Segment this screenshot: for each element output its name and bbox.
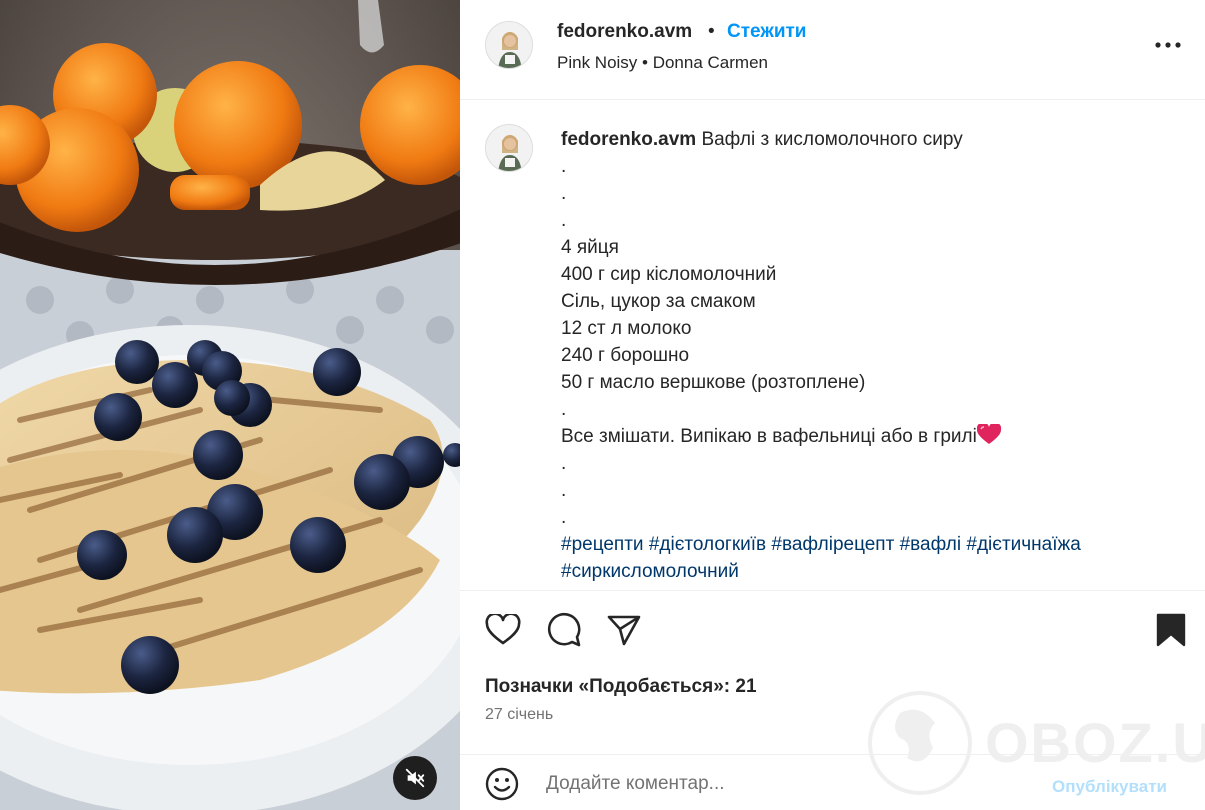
- caption-author-avatar[interactable]: [485, 124, 533, 172]
- heart-outline-icon: [485, 614, 521, 645]
- comment-input[interactable]: [544, 769, 1028, 799]
- comment-button[interactable]: [544, 610, 584, 650]
- author-avatar[interactable]: [485, 21, 533, 69]
- caption-line: .: [561, 453, 567, 474]
- hashtags-line[interactable]: #рецепти #дієтологкиїв #вафлірецепт #ваф…: [561, 531, 1181, 558]
- author-username[interactable]: fedorenko.avm: [557, 21, 692, 43]
- caption-line: Сіль, цукор за смаком: [561, 291, 756, 312]
- mute-button[interactable]: [393, 756, 437, 800]
- caption-line: 400 г сир кісломолочний: [561, 264, 777, 285]
- save-button[interactable]: [1151, 610, 1191, 650]
- audio-track[interactable]: Pink Noisy • Donna Carmen: [557, 53, 768, 73]
- caption-title: Вафлі з кисломолочного сиру: [701, 129, 963, 150]
- more-dots-icon: [1155, 42, 1181, 48]
- caption-line: .: [561, 210, 567, 231]
- caption-username[interactable]: fedorenko.avm: [561, 129, 696, 150]
- caption-line: 4 яйця: [561, 237, 619, 258]
- caption-line: .: [561, 507, 567, 528]
- smiley-face-icon: [485, 767, 519, 801]
- hashtags-line[interactable]: #сиркисломолочний: [561, 558, 1181, 585]
- speech-bubble-icon: [547, 612, 581, 647]
- section-divider: [460, 590, 1205, 591]
- muted-speaker-icon: [405, 768, 425, 788]
- avatar-image: [486, 22, 532, 68]
- share-button[interactable]: [604, 610, 644, 650]
- more-options-button[interactable]: [1153, 30, 1183, 60]
- follow-button[interactable]: Стежити: [727, 21, 806, 43]
- avatar-image: [486, 125, 532, 171]
- paper-plane-icon: [607, 615, 641, 646]
- caption-line: .: [561, 399, 567, 420]
- emoji-button[interactable]: [484, 766, 520, 802]
- post-date[interactable]: 27 січень: [485, 706, 553, 724]
- caption-line: 240 г борошно: [561, 345, 690, 366]
- comment-composer: Опублікувати: [460, 755, 1205, 810]
- post-caption: fedorenko.avm Вафлі з кисломолочного сир…: [561, 126, 1181, 585]
- post-header: fedorenko.avm • Стежити Pink Noisy • Don…: [460, 0, 1205, 100]
- action-bar: [460, 600, 1205, 660]
- caption-line: .: [561, 183, 567, 204]
- separator-dot: •: [708, 21, 715, 42]
- bookmark-filled-icon: [1156, 613, 1186, 647]
- like-button[interactable]: [483, 610, 523, 650]
- caption-line: Все змішати. Випікаю в вафельниці або в …: [561, 426, 977, 447]
- post-media[interactable]: [0, 0, 460, 810]
- food-photo: [0, 0, 460, 810]
- red-heart-emoji-icon: [976, 422, 1002, 444]
- caption-line: .: [561, 480, 567, 501]
- caption-line: 12 ст л молоко: [561, 318, 692, 339]
- post-side-panel: fedorenko.avm • Стежити Pink Noisy • Don…: [460, 0, 1205, 810]
- caption-line: .: [561, 156, 567, 177]
- likes-count[interactable]: Позначки «Подобається»: 21: [485, 676, 757, 698]
- caption-line: 50 г масло вершкове (розтоплене): [561, 372, 866, 393]
- publish-button[interactable]: Опублікувати: [1052, 777, 1167, 797]
